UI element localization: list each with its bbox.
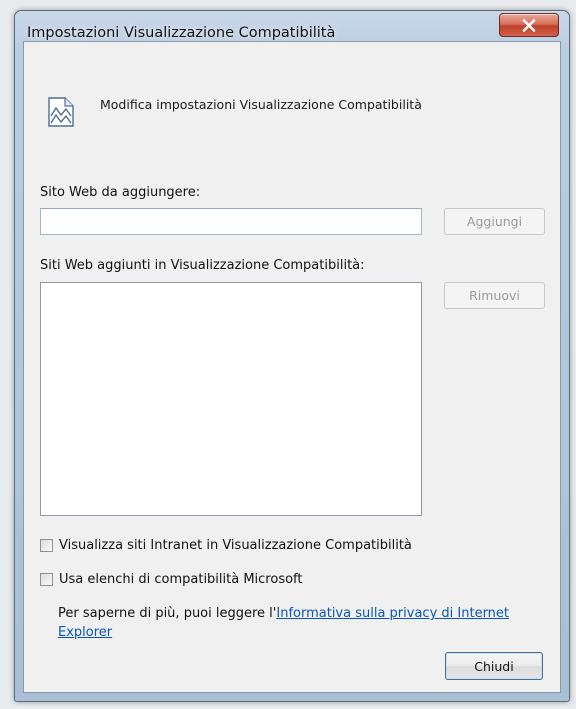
intranet-label: Visualizza siti Intranet in Visualizzazi… [59,538,412,553]
close-icon [522,18,536,32]
microsoft-lists-checkbox[interactable] [40,573,53,586]
add-button[interactable]: Aggiungi [444,208,545,235]
close-button[interactable]: Chiudi [445,652,543,680]
site-list[interactable] [40,282,422,516]
site-list-label: Siti Web aggiunti in Visualizzazione Com… [40,258,365,273]
add-site-input[interactable] [40,208,422,235]
window-title: Impostazioni Visualizzazione Compatibili… [27,25,336,41]
microsoft-lists-label: Usa elenchi di compatibilità Microsoft [59,572,303,587]
close-window-button[interactable] [499,13,559,37]
intranet-checkbox[interactable] [40,539,53,552]
privacy-info-prefix: Per saperne di più, puoi leggere l' [58,606,277,621]
microsoft-lists-option[interactable]: Usa elenchi di compatibilità Microsoft [40,572,303,587]
privacy-info: Per saperne di più, puoi leggere l'Infor… [58,604,558,642]
add-site-label: Sito Web da aggiungere: [40,185,201,200]
compatibility-view-icon [48,97,74,127]
remove-button[interactable]: Rimuovi [444,282,545,309]
dialog-body: Modifica impostazioni Visualizzazione Co… [23,41,561,693]
intranet-option[interactable]: Visualizza siti Intranet in Visualizzazi… [40,538,412,553]
header-text: Modifica impostazioni Visualizzazione Co… [100,97,422,112]
dialog-window: Impostazioni Visualizzazione Compatibili… [14,10,570,702]
